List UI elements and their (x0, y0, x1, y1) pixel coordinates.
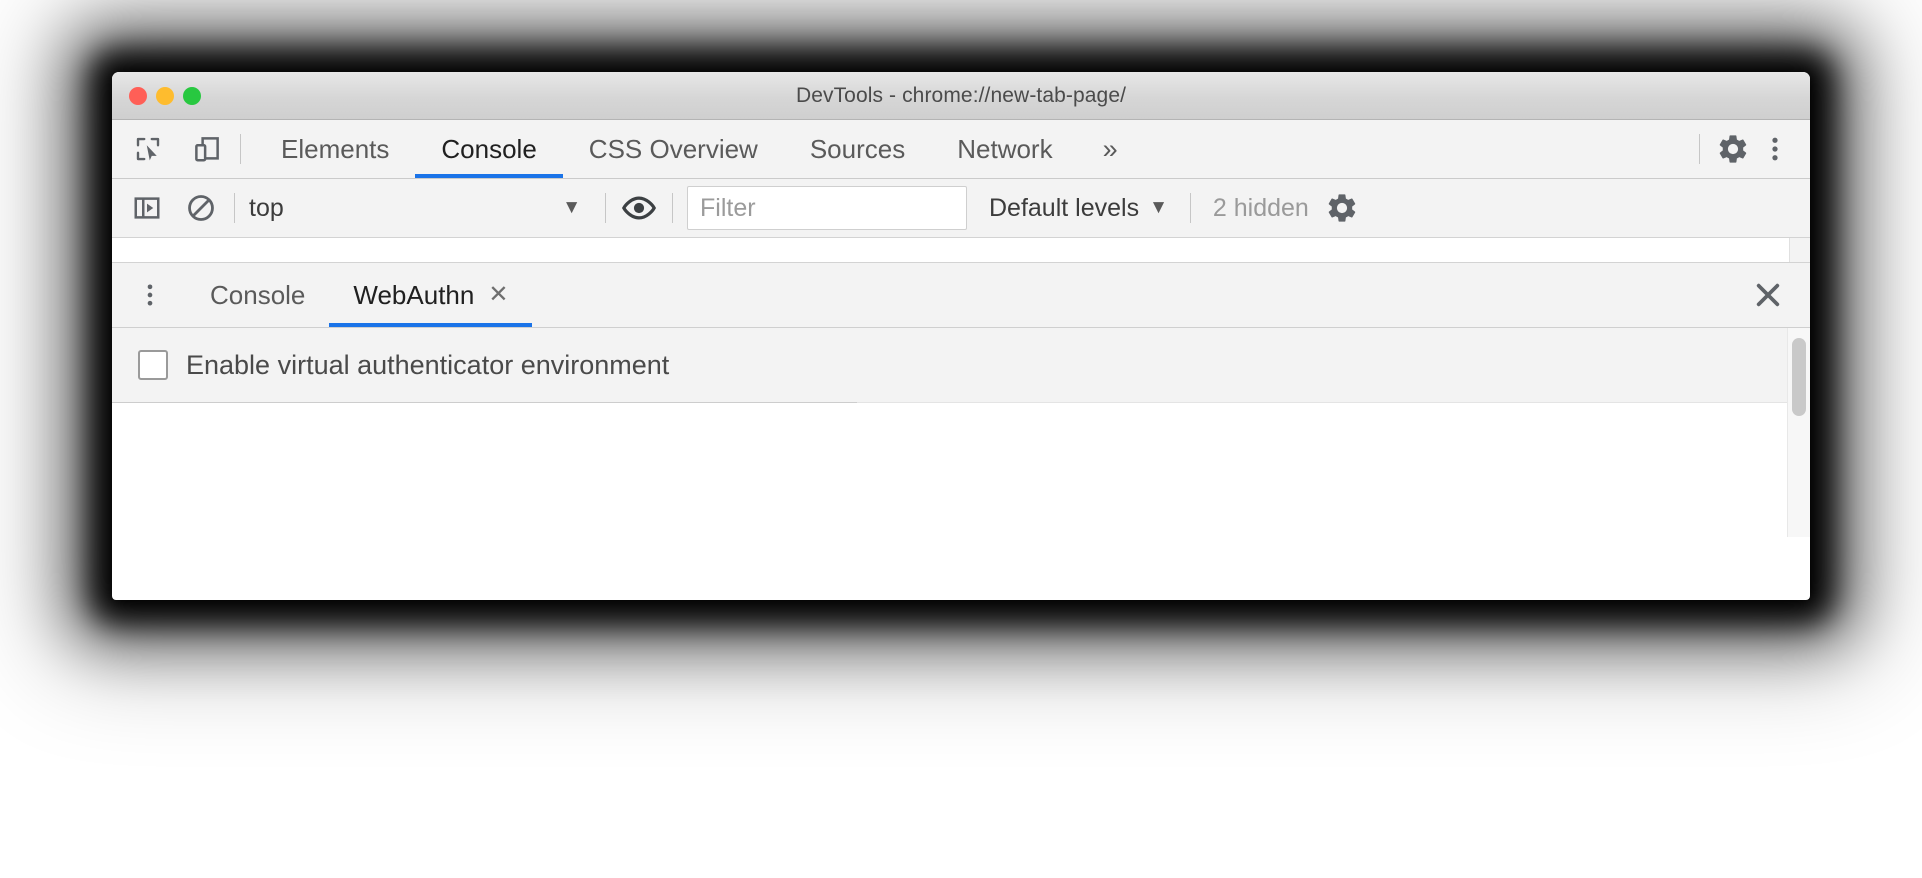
devtools-window: DevTools - chrome://new-tab-page/ Elemen… (112, 72, 1810, 600)
webauthn-scrollbar[interactable] (1787, 328, 1810, 537)
drawer-tabbar: Console WebAuthn ✕ (112, 263, 1810, 328)
live-expression-icon[interactable] (620, 189, 658, 227)
drawer-tab-webauthn-label: WebAuthn (353, 279, 475, 310)
main-tab-list: Elements Console CSS Overview Sources Ne… (255, 120, 1685, 178)
close-window-button[interactable] (129, 86, 147, 105)
toolbar-right-icons (1714, 120, 1810, 178)
enable-virtual-authenticator-label: Enable virtual authenticator environment (186, 349, 670, 380)
tab-elements[interactable]: Elements (255, 120, 415, 178)
console-sidebar-icon[interactable] (128, 189, 166, 227)
filter-divider-1 (234, 193, 235, 223)
gear-icon[interactable] (1714, 130, 1752, 168)
toolbar-divider-right (1699, 134, 1700, 164)
tab-network-label: Network (957, 133, 1053, 164)
tab-console[interactable]: Console (415, 120, 564, 178)
toolbar-left-icons (112, 120, 226, 178)
more-tools-icon[interactable] (112, 263, 186, 327)
enable-virtual-authenticator-row[interactable]: Enable virtual authenticator environment (112, 328, 857, 403)
filter-divider-4 (1189, 193, 1191, 223)
tab-elements-label: Elements (281, 133, 390, 164)
clear-console-icon[interactable] (182, 189, 220, 227)
devtools-main-toolbar: Elements Console CSS Overview Sources Ne… (112, 120, 1810, 179)
maximize-window-button[interactable] (183, 86, 201, 105)
drawer-tab-webauthn[interactable]: WebAuthn ✕ (329, 263, 533, 327)
tab-sources-label: Sources (809, 133, 906, 164)
enable-virtual-authenticator-checkbox[interactable] (138, 350, 168, 380)
console-scrollbar[interactable] (1789, 238, 1810, 262)
drawer-tab-console-label: Console (210, 279, 306, 310)
filter-input[interactable] (687, 186, 967, 230)
drawer-tab-console[interactable]: Console (186, 263, 329, 327)
tab-css-overview[interactable]: CSS Overview (563, 120, 784, 178)
toolbar-divider (240, 134, 241, 164)
minimize-window-button[interactable] (156, 86, 174, 105)
log-levels-selector[interactable]: Default levels ▼ (989, 194, 1168, 223)
enable-row-background (857, 328, 1788, 403)
inspect-element-icon[interactable] (129, 130, 167, 168)
close-drawer-icon[interactable] (1726, 263, 1810, 327)
webauthn-panel-inner: Enable virtual authenticator environment (112, 328, 1810, 537)
webauthn-panel: Enable virtual authenticator environment (112, 328, 1810, 537)
tab-console-label: Console (441, 133, 537, 164)
webauthn-panel-body (112, 404, 1810, 537)
console-settings-gear-icon[interactable] (1323, 189, 1361, 227)
execution-context-value: top (249, 193, 284, 222)
tab-sources[interactable]: Sources (784, 120, 931, 178)
window-title: DevTools - chrome://new-tab-page/ (795, 83, 1127, 107)
chevron-down-icon-levels: ▼ (1149, 197, 1168, 218)
screenshot-root: DevTools - chrome://new-tab-page/ Elemen… (0, 0, 1922, 878)
traffic-lights (129, 72, 201, 119)
execution-context-selector[interactable]: top ▼ (249, 188, 591, 228)
drawer-tab-spacer (532, 263, 1726, 327)
hidden-messages-count: 2 hidden (1212, 193, 1309, 222)
console-filter-toolbar: top ▼ Default levels ▼ 2 hidden (112, 179, 1810, 238)
tab-css-overview-label: CSS Overview (588, 133, 758, 164)
window-titlebar: DevTools - chrome://new-tab-page/ (112, 72, 1810, 120)
filter-divider-2 (605, 193, 606, 223)
webauthn-scrollbar-thumb[interactable] (1792, 338, 1806, 416)
chevron-down-icon: ▼ (562, 197, 581, 218)
more-tabs-icon[interactable]: » (1079, 120, 1142, 178)
close-webauthn-tab-icon[interactable]: ✕ (488, 283, 508, 307)
filter-divider-3 (672, 193, 673, 223)
kebab-menu-icon[interactable] (1756, 130, 1794, 168)
log-levels-label: Default levels (989, 193, 1140, 222)
tab-network[interactable]: Network (931, 120, 1078, 178)
console-message-area (112, 238, 1810, 263)
device-toolbar-icon[interactable] (188, 130, 226, 168)
